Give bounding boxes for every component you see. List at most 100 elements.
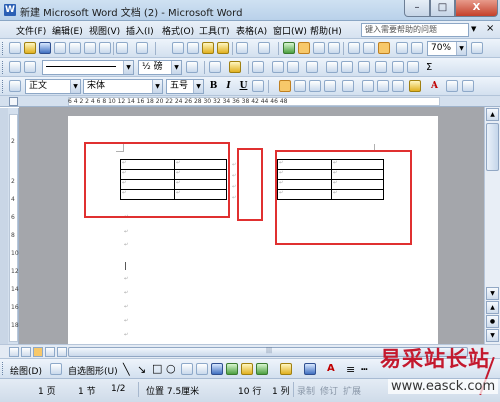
toolbar-grip[interactable] [2, 42, 5, 55]
autoshapes-menu-button[interactable]: 自选图形(U) [68, 364, 118, 377]
text-direction-icon[interactable] [375, 61, 387, 73]
tables-borders-icon[interactable] [298, 42, 310, 54]
copy-icon[interactable] [187, 42, 199, 54]
menu-edit[interactable]: 编辑(E) [52, 24, 83, 37]
tab-selector[interactable] [9, 97, 18, 106]
draw-menu-button[interactable]: 绘图(D) [10, 364, 42, 377]
arrow-tool-icon[interactable]: ↘ [137, 363, 146, 376]
insert-excel-icon[interactable] [328, 42, 340, 54]
help-search-input[interactable]: 键入需要帮助的问题 [361, 23, 469, 37]
paragraph-mark-icon[interactable] [411, 42, 423, 54]
chevron-down-icon[interactable]: ▼ [152, 80, 162, 93]
italic-button[interactable]: I [222, 80, 235, 93]
status-extend[interactable]: 扩展 [343, 384, 361, 397]
eraser-icon[interactable] [24, 61, 36, 73]
merge-cells-icon[interactable] [272, 61, 284, 73]
word-app-icon[interactable]: W [4, 4, 16, 16]
table-autoformat-icon[interactable] [358, 61, 370, 73]
enclose-characters-icon[interactable] [462, 80, 474, 92]
new-document-icon[interactable] [9, 42, 21, 54]
styles-pane-icon[interactable] [9, 80, 21, 92]
vertical-ruler[interactable]: 2 2 4 6 8 10 12 14 16 18 [8, 108, 19, 344]
outline-view-icon[interactable] [45, 347, 55, 357]
toolbar-grip[interactable] [2, 61, 5, 74]
redo-icon[interactable] [258, 42, 270, 54]
email-icon[interactable] [69, 42, 81, 54]
align-center-icon[interactable] [294, 80, 306, 92]
print-layout-view-icon[interactable] [33, 347, 43, 357]
select-objects-icon[interactable] [50, 363, 62, 375]
menu-help[interactable]: 帮助(H) [310, 24, 342, 37]
font-name-combo[interactable]: 宋体 ▼ [83, 79, 163, 94]
menu-tools[interactable]: 工具(T) [199, 24, 230, 37]
document-area[interactable]: ↵ ↵ ↵ ↵ ↵ ↵ ↵ ↵ ↵ ↵ ↵ ↵ ↵ ↵ ↵ ↵ ↵ ↵ ↵ ↵ ↵ ↵ ↵ | … [19, 107, 484, 344]
help-icon[interactable] [471, 42, 483, 54]
zoom-combo[interactable]: 70% ▼ [427, 41, 467, 56]
chevron-down-icon[interactable]: ▼ [171, 61, 181, 74]
drawing-icon[interactable] [363, 42, 375, 54]
chevron-down-icon[interactable]: ▼ [193, 80, 203, 93]
scroll-up-icon[interactable]: ▲ [486, 108, 499, 121]
justify-icon[interactable] [324, 80, 336, 92]
save-icon[interactable] [39, 42, 51, 54]
normal-view-icon[interactable] [9, 347, 19, 357]
toolbar-grip[interactable] [2, 362, 5, 375]
character-border-icon[interactable] [252, 80, 264, 92]
distribute-rows-icon[interactable] [326, 61, 338, 73]
previous-page-icon[interactable]: ▲ [486, 301, 499, 314]
phonetic-guide-icon[interactable] [446, 80, 458, 92]
drawing-font-color-icon[interactable]: A [327, 363, 335, 374]
scroll-down-icon[interactable]: ▼ [486, 287, 499, 300]
font-color-icon[interactable]: A [428, 80, 441, 93]
menu-insert[interactable]: 插入(I) [126, 24, 154, 37]
vertical-text-box-icon[interactable] [196, 363, 208, 375]
align-cell-icon[interactable] [306, 61, 318, 73]
style-combo[interactable]: 正文 ▼ [25, 79, 81, 94]
show-hide-icon[interactable] [396, 42, 408, 54]
line-style-icon[interactable]: ≡ [346, 363, 355, 376]
numbering-icon[interactable] [362, 80, 374, 92]
undo-icon[interactable] [236, 42, 248, 54]
fill-color-icon[interactable] [280, 363, 292, 375]
text-box-icon[interactable] [181, 363, 193, 375]
print-preview-icon[interactable] [99, 42, 111, 54]
sort-ascending-icon[interactable] [392, 61, 404, 73]
line-tool-icon[interactable]: ╲ [123, 363, 130, 376]
insert-table-dropdown-icon[interactable] [252, 61, 264, 73]
format-painter-icon[interactable] [217, 42, 229, 54]
reading-layout-view-icon[interactable] [57, 347, 67, 357]
open-folder-icon[interactable] [24, 42, 36, 54]
bullets-icon[interactable] [377, 80, 389, 92]
columns-icon[interactable] [348, 42, 360, 54]
status-track-changes[interactable]: 修订 [320, 384, 338, 397]
wordart-icon[interactable] [211, 363, 223, 375]
paste-icon[interactable] [202, 42, 214, 54]
chevron-down-icon[interactable]: ▼ [70, 80, 80, 93]
line-weight-combo[interactable]: ½ 磅 ▼ [138, 60, 182, 75]
maximize-button[interactable]: □ [430, 0, 455, 17]
oval-tool-icon[interactable]: ○ [166, 362, 176, 375]
align-right-icon[interactable] [309, 80, 321, 92]
line-style-combo[interactable]: ▼ [42, 60, 134, 75]
permission-icon[interactable] [54, 42, 66, 54]
diagram-icon[interactable] [226, 363, 238, 375]
hyperlink-icon[interactable] [283, 42, 295, 54]
spelling-icon[interactable] [136, 42, 148, 54]
select-browse-object-icon[interactable]: ● [486, 315, 499, 328]
border-color-icon[interactable] [186, 61, 198, 73]
print-icon[interactable] [84, 42, 96, 54]
clip-art-icon[interactable] [241, 363, 253, 375]
menu-table[interactable]: 表格(A) [236, 24, 267, 37]
rectangle-tool-icon[interactable]: □ [152, 362, 162, 375]
shading-color-icon[interactable] [229, 61, 241, 73]
menu-view[interactable]: 视图(V) [89, 24, 120, 37]
menu-file[interactable]: 文件(F) [16, 24, 46, 37]
help-dropdown-icon[interactable]: ▼ [471, 25, 476, 33]
line-color-icon[interactable] [304, 363, 316, 375]
draw-table-pencil-icon[interactable] [9, 61, 21, 73]
bold-button[interactable]: B [207, 80, 220, 93]
sort-descending-icon[interactable] [407, 61, 419, 73]
align-left-icon[interactable] [279, 80, 291, 92]
status-record[interactable]: 录制 [297, 384, 315, 397]
vertical-scrollbar[interactable]: ▲ ▼ ▲ ● ▼ [484, 107, 500, 344]
